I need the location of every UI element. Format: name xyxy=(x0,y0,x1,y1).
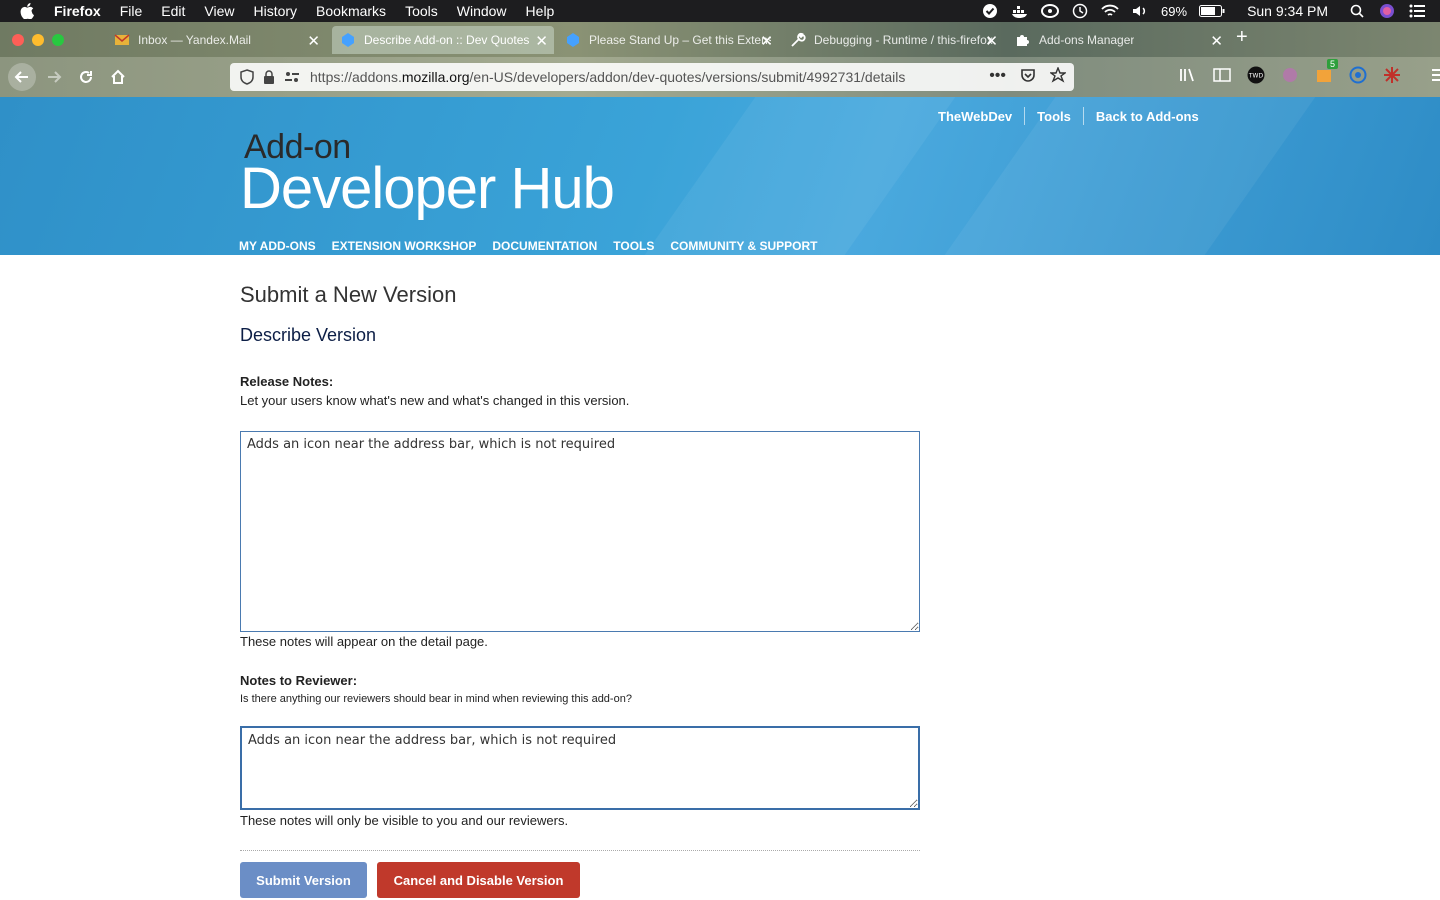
nav-my-addons[interactable]: MY ADD-ONS xyxy=(239,239,316,253)
zoom-window-button[interactable] xyxy=(52,34,64,46)
docker-whale-icon[interactable] xyxy=(1011,3,1029,19)
close-tab-icon[interactable]: ✕ xyxy=(535,32,548,50)
notification-center-icon[interactable] xyxy=(1408,3,1426,19)
apple-menu-icon[interactable] xyxy=(18,0,36,22)
home-button[interactable] xyxy=(106,65,130,89)
extension-icon[interactable] xyxy=(1280,65,1300,85)
siri-icon[interactable] xyxy=(1378,3,1396,19)
developer-hub-header: TheWebDev Tools Back to Add-ons Add-on D… xyxy=(0,97,1440,255)
bug-extension-icon[interactable] xyxy=(1382,65,1402,85)
tab-inbox[interactable]: Inbox — Yandex.Mail ✕ xyxy=(106,26,326,54)
bookmark-star-icon[interactable] xyxy=(1048,66,1068,88)
tab-addons-manager[interactable]: Add-ons Manager ✕ xyxy=(1007,26,1229,54)
reviewer-notes-footer: These notes will only be visible to you … xyxy=(240,813,569,828)
addon-hub-icon xyxy=(340,32,356,48)
library-icon[interactable] xyxy=(1178,65,1198,85)
tab-debugging[interactable]: Debugging - Runtime / this-firefox ✕ xyxy=(782,26,1004,54)
close-tab-icon[interactable]: ✕ xyxy=(1210,32,1223,50)
tab-strip: Inbox — Yandex.Mail ✕ Describe Add-on ::… xyxy=(0,22,1440,57)
globe-extension-icon[interactable] xyxy=(1348,65,1368,85)
reload-button[interactable] xyxy=(74,65,98,89)
tracking-protection-shield-icon[interactable] xyxy=(240,69,254,88)
close-tab-icon[interactable]: ✕ xyxy=(985,32,998,50)
addon-hub-icon xyxy=(565,32,581,48)
lock-icon[interactable] xyxy=(262,69,276,88)
cancel-disable-version-button[interactable]: Cancel and Disable Version xyxy=(377,862,580,898)
tab-please-stand-up[interactable]: Please Stand Up – Get this Extension ✕ xyxy=(557,26,779,54)
release-notes-help: Let your users know what's new and what'… xyxy=(240,393,630,408)
puzzle-icon xyxy=(1015,32,1031,48)
user-menu-link[interactable]: TheWebDev xyxy=(938,109,1012,124)
address-bar[interactable]: https://addons.mozilla.org/en-US/develop… xyxy=(230,63,1074,91)
window-controls xyxy=(12,34,64,46)
tools-link[interactable]: Tools xyxy=(1037,109,1071,124)
menu-help[interactable]: Help xyxy=(526,3,555,19)
release-notes-footer: These notes will appear on the detail pa… xyxy=(240,634,488,649)
svg-text:TWD: TWD xyxy=(1248,73,1264,80)
main-nav: MY ADD-ONS EXTENSION WORKSHOP DOCUMENTAT… xyxy=(239,239,818,253)
wrench-icon xyxy=(790,32,806,48)
creative-cloud-icon[interactable] xyxy=(1041,3,1060,19)
new-tab-button[interactable]: + xyxy=(1236,26,1248,49)
volume-icon[interactable] xyxy=(1131,3,1149,19)
url-text: https://addons.mozilla.org/en-US/develop… xyxy=(310,69,906,85)
battery-percent: 69% xyxy=(1161,3,1188,19)
back-to-addons-link[interactable]: Back to Add-ons xyxy=(1096,109,1199,124)
menu-history[interactable]: History xyxy=(253,3,297,19)
close-window-button[interactable] xyxy=(12,34,24,46)
reviewer-notes-label: Notes to Reviewer: xyxy=(240,673,358,688)
forward-button[interactable] xyxy=(42,65,66,89)
menu-tools[interactable]: Tools xyxy=(405,3,438,19)
twd-extension-icon[interactable]: TWD xyxy=(1246,65,1266,85)
site-logo-title[interactable]: Developer Hub xyxy=(240,155,615,222)
extension-badge-count: 5 xyxy=(1326,59,1338,69)
mail-icon xyxy=(114,32,130,48)
nav-community-support[interactable]: COMMUNITY & SUPPORT xyxy=(670,239,817,253)
close-tab-icon[interactable]: ✕ xyxy=(307,32,320,50)
close-tab-icon[interactable]: ✕ xyxy=(760,32,773,50)
navigation-toolbar: https://addons.mozilla.org/en-US/develop… xyxy=(0,57,1440,97)
page-actions-icon[interactable]: ••• xyxy=(989,67,1006,88)
nav-documentation[interactable]: DOCUMENTATION xyxy=(492,239,597,253)
menu-window[interactable]: Window xyxy=(457,3,507,19)
menu-view[interactable]: View xyxy=(204,3,234,19)
release-notes-textarea[interactable]: Adds an icon near the address bar, which… xyxy=(240,431,920,632)
checkmark-circle-icon[interactable] xyxy=(981,3,999,19)
section-title: Describe Version xyxy=(240,325,377,345)
reviewer-notes-help: Is there anything our reviewers should b… xyxy=(240,693,632,705)
battery-icon[interactable] xyxy=(1199,3,1225,19)
release-notes-label: Release Notes: xyxy=(240,374,334,389)
back-button[interactable] xyxy=(8,63,36,91)
submit-version-button[interactable]: Submit Version xyxy=(240,862,367,898)
reviewer-notes-textarea[interactable]: Adds an icon near the address bar, which… xyxy=(240,726,920,810)
menu-file[interactable]: File xyxy=(120,3,143,19)
hamburger-menu-icon[interactable] xyxy=(1430,65,1440,85)
extension-badge-icon[interactable]: 5 xyxy=(1314,59,1338,85)
nav-extension-workshop[interactable]: EXTENSION WORKSHOP xyxy=(332,239,477,253)
menu-bookmarks[interactable]: Bookmarks xyxy=(316,3,386,19)
menu-edit[interactable]: Edit xyxy=(161,3,185,19)
system-menu-bar: Firefox File Edit View History Bookmarks… xyxy=(0,0,1440,22)
nav-tools[interactable]: TOOLS xyxy=(613,239,654,253)
permissions-icon[interactable] xyxy=(284,69,300,88)
app-menu[interactable]: Firefox xyxy=(54,3,101,19)
page-title: Submit a New Version xyxy=(240,282,457,307)
wifi-icon[interactable] xyxy=(1101,3,1119,19)
aux-nav: TheWebDev Tools Back to Add-ons xyxy=(938,107,1199,125)
minimize-window-button[interactable] xyxy=(32,34,44,46)
time-machine-icon[interactable] xyxy=(1071,3,1089,19)
tab-describe-addon[interactable]: Describe Add-on :: Dev Quotes ✕ xyxy=(332,26,554,54)
pocket-icon[interactable] xyxy=(1020,67,1036,88)
clock[interactable]: Sun 9:34 PM xyxy=(1247,3,1328,19)
spotlight-search-icon[interactable] xyxy=(1348,3,1366,19)
sidebar-icon[interactable] xyxy=(1212,65,1232,85)
form-divider xyxy=(240,850,920,851)
